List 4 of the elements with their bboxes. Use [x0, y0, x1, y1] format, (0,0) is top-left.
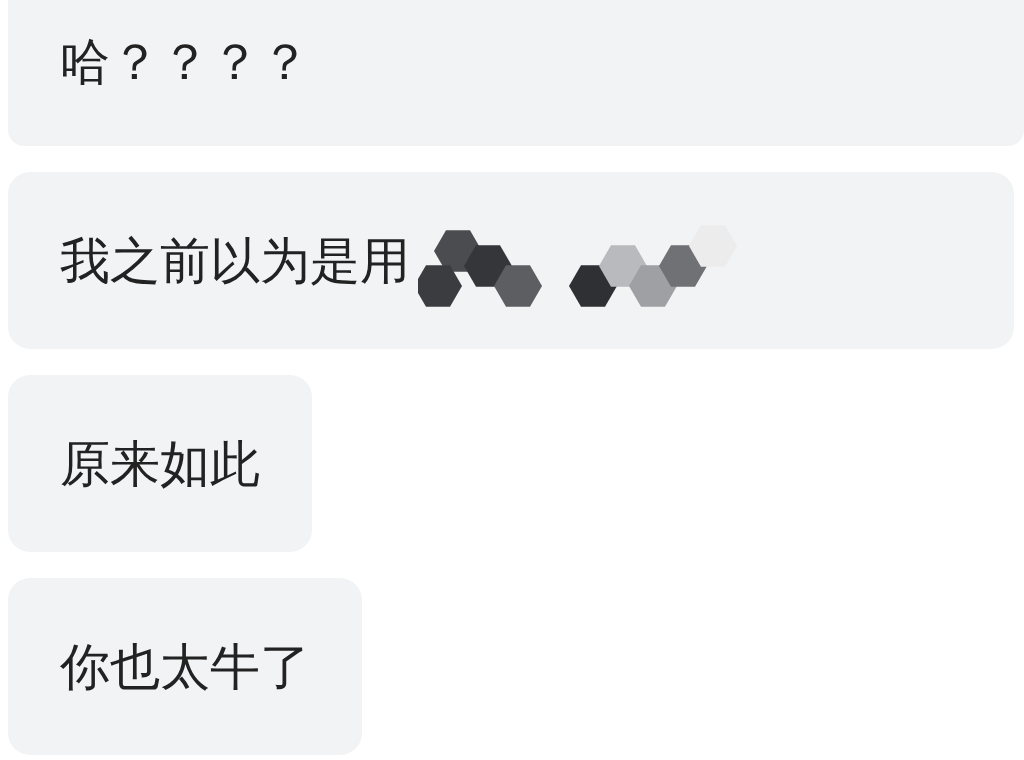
message-text: 哈？？？？	[60, 32, 310, 92]
message-text: 我之前以为是用	[60, 230, 410, 291]
message-text: 原来如此	[60, 433, 260, 494]
message-text: 你也太牛了	[60, 636, 310, 697]
